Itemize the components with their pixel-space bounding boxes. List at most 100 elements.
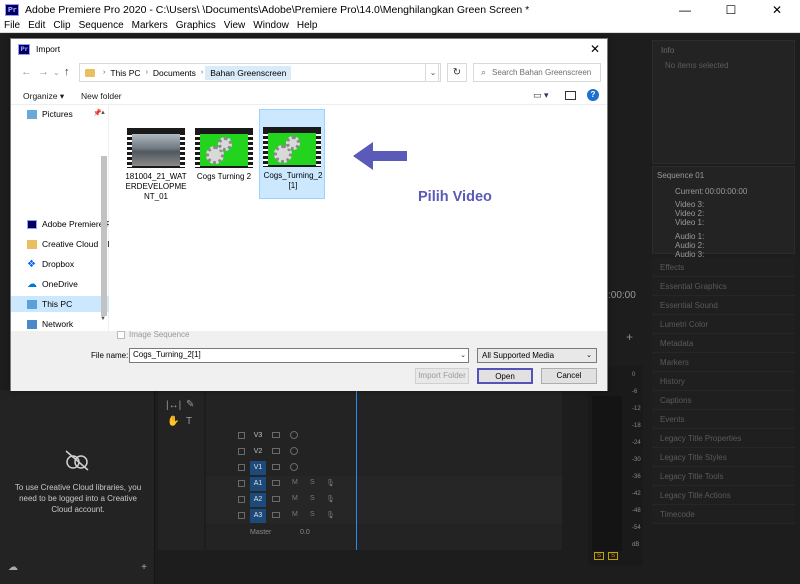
breadcrumb-documents[interactable]: Documents — [150, 68, 199, 78]
hand-icon[interactable]: ✋ — [167, 416, 179, 427]
scroll-up-icon[interactable]: ▲ — [100, 110, 106, 116]
eye-icon[interactable] — [290, 463, 298, 471]
file-item-selected[interactable]: Cogs_Turning_2[1] — [259, 109, 325, 199]
lock-icon[interactable] — [238, 464, 245, 471]
add-button[interactable]: + — [626, 330, 633, 344]
panel-lumetri-color[interactable]: Lumetri Color — [652, 315, 795, 334]
panel-events[interactable]: Events — [652, 410, 795, 429]
sync-lock-icon[interactable] — [272, 464, 280, 470]
address-dropdown[interactable]: ⌄ — [425, 63, 441, 82]
solo-button[interactable]: S — [310, 479, 315, 486]
panel-legacy-title-properties[interactable]: Legacy Title Properties — [652, 429, 795, 448]
mute-button[interactable]: M — [292, 511, 298, 518]
nav-item-creative-cloud[interactable]: Creative Cloud Fil — [11, 236, 109, 252]
solo-button-left[interactable]: S — [594, 552, 604, 560]
search-input[interactable]: Search Bahan Greenscreen — [492, 68, 591, 77]
timeline-track[interactable]: V3 — [206, 428, 562, 444]
mute-button[interactable]: M — [292, 479, 298, 486]
nav-item-adobe-premiere[interactable]: Adobe Premiere P — [11, 216, 109, 232]
track-name[interactable]: V1 — [250, 461, 266, 475]
panel-essential-sound[interactable]: Essential Sound — [652, 296, 795, 315]
add-library-icon[interactable]: + — [141, 562, 147, 573]
lock-icon[interactable] — [238, 512, 245, 519]
panel-markers[interactable]: Markers — [652, 353, 795, 372]
track-name[interactable]: V2 — [250, 445, 266, 459]
pen-icon[interactable]: ✎ — [186, 399, 194, 410]
menu-help[interactable]: Help — [293, 20, 322, 31]
image-sequence-checkbox[interactable] — [117, 330, 125, 339]
timeline-track[interactable]: V1 — [206, 460, 562, 476]
menu-clip[interactable]: Clip — [49, 20, 74, 31]
playhead[interactable] — [356, 390, 357, 550]
track-name[interactable]: A2 — [250, 493, 266, 507]
scroll-down-icon[interactable]: ▼ — [100, 316, 106, 322]
info-panel-title[interactable]: Info — [661, 46, 674, 55]
menu-edit[interactable]: Edit — [24, 20, 49, 31]
file-item[interactable]: Cogs Turning 2 — [191, 110, 257, 200]
nav-item-network[interactable]: Network — [11, 316, 109, 332]
panel-history[interactable]: History — [652, 372, 795, 391]
type-icon[interactable]: T — [186, 416, 192, 427]
file-name-input[interactable]: Cogs_Turning_2[1] — [129, 348, 469, 363]
solo-button[interactable]: S — [310, 511, 315, 518]
menu-view[interactable]: View — [220, 20, 250, 31]
panel-metadata[interactable]: Metadata — [652, 334, 795, 353]
track-name[interactable]: A1 — [250, 477, 266, 491]
solo-button[interactable]: S — [310, 495, 315, 502]
lock-icon[interactable] — [238, 496, 245, 503]
sync-lock-icon[interactable] — [272, 496, 280, 502]
file-type-select[interactable]: All Supported Media ⌄ — [477, 348, 597, 363]
new-folder-button[interactable]: New folder — [81, 91, 122, 101]
lock-icon[interactable] — [238, 432, 245, 439]
sync-lock-icon[interactable] — [272, 512, 280, 518]
preview-pane-icon[interactable] — [565, 91, 576, 100]
panel-legacy-title-actions[interactable]: Legacy Title Actions — [652, 486, 795, 505]
file-item[interactable]: 181004_21_WATERDEVELOPMENT_01 — [123, 110, 189, 201]
view-options-icon[interactable]: ▭ ▾ — [533, 90, 549, 101]
menu-markers[interactable]: Markers — [128, 20, 172, 31]
panel-timecode[interactable]: Timecode — [652, 505, 795, 524]
track-select-icon[interactable]: |↔| — [166, 400, 181, 411]
nav-item-this-pc[interactable]: This PC — [11, 296, 109, 312]
file-name-dropdown-icon[interactable]: ⌄ — [457, 348, 469, 363]
eye-icon[interactable] — [290, 447, 298, 455]
panel-captions[interactable]: Captions — [652, 391, 795, 410]
lock-icon[interactable] — [238, 480, 245, 487]
eye-icon[interactable] — [290, 431, 298, 439]
recent-dropdown-icon[interactable]: ⌄ — [53, 68, 60, 77]
close-button[interactable]: ✕ — [754, 0, 800, 19]
master-volume-value[interactable]: 0.0 — [300, 529, 310, 536]
image-sequence-option[interactable]: Image Sequence — [117, 330, 190, 339]
timeline-track[interactable]: A3 M S 🎙 — [206, 508, 562, 524]
back-arrow-icon[interactable]: ← — [21, 66, 32, 78]
timeline-track[interactable]: A2 M S 🎙 — [206, 492, 562, 508]
solo-button-right[interactable]: S — [608, 552, 618, 560]
up-arrow-icon[interactable]: ↑ — [64, 66, 70, 78]
search-box[interactable]: ⌕ Search Bahan Greenscreen — [473, 63, 601, 82]
forward-arrow-icon[interactable]: → — [38, 66, 49, 78]
open-button[interactable]: Open — [477, 368, 533, 384]
maximize-button[interactable]: ☐ — [708, 0, 754, 19]
breadcrumb-bahan-greenscreen[interactable]: Bahan Greenscreen — [205, 65, 292, 80]
sync-lock-icon[interactable] — [272, 448, 280, 454]
nav-item-pictures[interactable]: Pictures 📌 — [11, 106, 109, 122]
nav-item-dropbox[interactable]: ❖ Dropbox — [11, 256, 109, 272]
panel-essential-graphics[interactable]: Essential Graphics — [652, 277, 795, 296]
dialog-close-button[interactable]: ✕ — [590, 42, 600, 56]
track-name[interactable]: V3 — [250, 429, 266, 443]
menu-graphics[interactable]: Graphics — [172, 20, 220, 31]
mute-button[interactable]: M — [292, 495, 298, 502]
panel-effects[interactable]: Effects — [652, 258, 795, 277]
microphone-icon[interactable]: 🎙 — [326, 495, 335, 503]
lock-icon[interactable] — [238, 448, 245, 455]
microphone-icon[interactable]: 🎙 — [326, 479, 335, 487]
timeline-track[interactable]: V2 — [206, 444, 562, 460]
track-name[interactable]: A3 — [250, 509, 266, 523]
menu-file[interactable]: File — [0, 20, 24, 31]
import-folder-button[interactable]: Import Folder — [415, 368, 469, 384]
panel-legacy-title-tools[interactable]: Legacy Title Tools — [652, 467, 795, 486]
help-icon[interactable]: ? — [587, 89, 599, 101]
menu-sequence[interactable]: Sequence — [75, 20, 128, 31]
timeline-track[interactable]: A1 M S 🎙 — [206, 476, 562, 492]
menu-window[interactable]: Window — [249, 20, 293, 31]
